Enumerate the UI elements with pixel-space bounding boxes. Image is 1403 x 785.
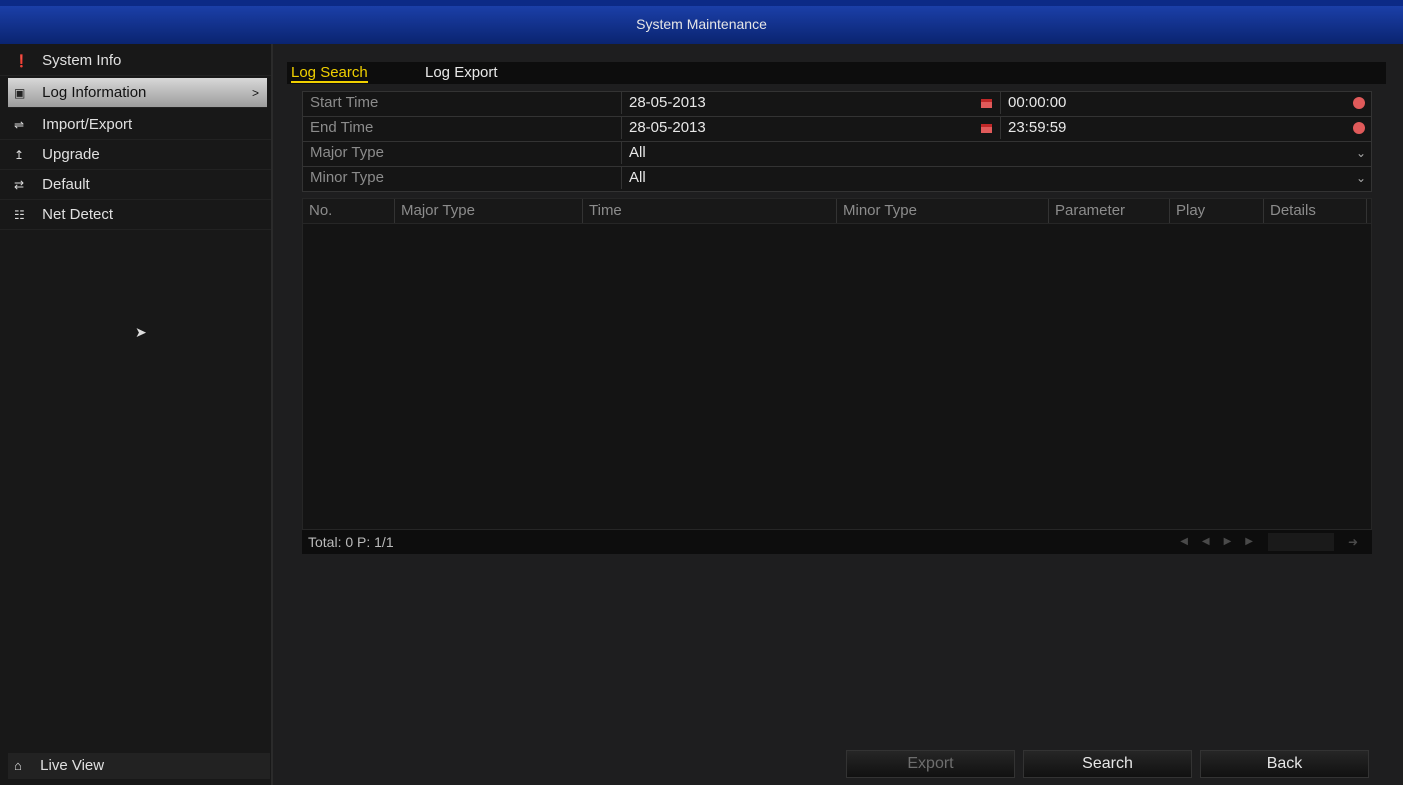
export-button[interactable]: Export <box>846 750 1015 778</box>
sidebar-item-upgrade[interactable]: ↥ Upgrade <box>0 140 271 170</box>
tab-bar: Log Search Log Export <box>287 62 1386 84</box>
page-number-input[interactable] <box>1268 533 1334 551</box>
sidebar-item-system-info[interactable]: ❗ System Info <box>0 46 271 76</box>
minor-type-select[interactable]: All <box>629 167 646 189</box>
column-header[interactable]: No. <box>303 199 395 223</box>
divider <box>1000 117 1001 139</box>
live-view-label: Live View <box>40 757 105 774</box>
table-footer: Total: 0 P: 1/1 ◀◀▶▶ ➜ <box>302 530 1372 554</box>
sidebar-item-net-detect[interactable]: ☷ Net Detect <box>0 200 271 230</box>
home-icon: ⌂ <box>14 758 22 773</box>
end-date-field[interactable]: 28-05-2013 <box>629 117 706 139</box>
default-icon: ⇄ <box>14 178 25 192</box>
column-header[interactable]: Parameter <box>1049 199 1170 223</box>
sidebar-item-label: Import/Export <box>42 116 133 133</box>
title-bar: System Maintenance <box>0 0 1403 44</box>
back-button[interactable]: Back <box>1200 750 1369 778</box>
major-type-label: Major Type <box>310 144 384 161</box>
net-detect-icon: ☷ <box>14 208 25 222</box>
calendar-icon[interactable] <box>981 99 992 108</box>
minor-type-label: Minor Type <box>310 169 384 186</box>
end-time-field[interactable]: 23:59:59 <box>1008 117 1066 139</box>
end-time-label: End Time <box>310 119 374 136</box>
calendar-icon[interactable] <box>981 124 992 133</box>
sidebar-item-default[interactable]: ⇄ Default <box>0 170 271 200</box>
clock-icon[interactable] <box>1353 122 1365 134</box>
sidebar-item-label: Upgrade <box>42 146 100 163</box>
pagination-controls[interactable]: ◀◀▶▶ <box>1180 530 1267 554</box>
major-type-row[interactable]: Major Type All ⌄ <box>302 142 1372 167</box>
log-search-icon: ▣ <box>14 86 26 100</box>
live-view-button[interactable]: ⌂ Live View <box>8 753 270 779</box>
divider <box>621 92 622 114</box>
major-type-select[interactable]: All <box>629 142 646 164</box>
clock-icon[interactable] <box>1353 97 1365 109</box>
column-header[interactable]: Minor Type <box>837 199 1049 223</box>
column-header[interactable]: Time <box>583 199 837 223</box>
sidebar-item-label: Default <box>42 176 90 193</box>
column-header[interactable]: Play <box>1170 199 1264 223</box>
column-header[interactable]: Major Type <box>395 199 583 223</box>
column-header[interactable]: Details <box>1264 199 1367 223</box>
divider <box>621 142 622 164</box>
chevron-right-icon: > <box>251 86 259 100</box>
minor-type-row[interactable]: Minor Type All ⌄ <box>302 167 1372 192</box>
sidebar-item-import-export[interactable]: ⇌ Import/Export <box>0 110 271 140</box>
sidebar-item-label: Log Information <box>42 84 147 101</box>
log-table: No. Major Type Time Minor Type Parameter… <box>302 198 1372 530</box>
mouse-cursor-icon: ➤ <box>135 324 147 340</box>
info-icon: ❗ <box>14 54 29 68</box>
start-time-field[interactable]: 00:00:00 <box>1008 92 1066 114</box>
end-time-row: End Time 28-05-2013 23:59:59 <box>302 117 1372 142</box>
upgrade-icon: ↥ <box>14 148 25 162</box>
import-export-icon: ⇌ <box>14 118 25 132</box>
start-time-label: Start Time <box>310 94 379 111</box>
search-form: Start Time 28-05-2013 00:00:00 End Time … <box>302 91 1372 192</box>
chevron-down-icon[interactable]: ⌄ <box>1356 142 1366 164</box>
total-count: Total: 0 P: 1/1 <box>308 534 394 550</box>
table-header: No. Major Type Time Minor Type Parameter… <box>303 199 1371 224</box>
sidebar: ❗ System Info ▣ Log Information > ⇌ Impo… <box>0 44 273 785</box>
search-button[interactable]: Search <box>1023 750 1192 778</box>
tab-log-search[interactable]: Log Search <box>291 64 368 83</box>
divider <box>1000 92 1001 114</box>
main-panel: Log Search Log Export Start Time 28-05-2… <box>287 62 1386 785</box>
start-date-field[interactable]: 28-05-2013 <box>629 92 706 114</box>
sidebar-item-log-information[interactable]: ▣ Log Information > <box>8 78 267 108</box>
window-title: System Maintenance <box>636 16 767 32</box>
go-arrow-icon[interactable]: ➜ <box>1348 530 1358 554</box>
sidebar-item-label: System Info <box>42 52 122 69</box>
divider <box>621 167 622 189</box>
tab-log-export[interactable]: Log Export <box>425 64 498 81</box>
sidebar-item-label: Net Detect <box>42 206 114 223</box>
divider <box>621 117 622 139</box>
chevron-down-icon[interactable]: ⌄ <box>1356 167 1366 189</box>
start-time-row: Start Time 28-05-2013 00:00:00 <box>302 91 1372 117</box>
